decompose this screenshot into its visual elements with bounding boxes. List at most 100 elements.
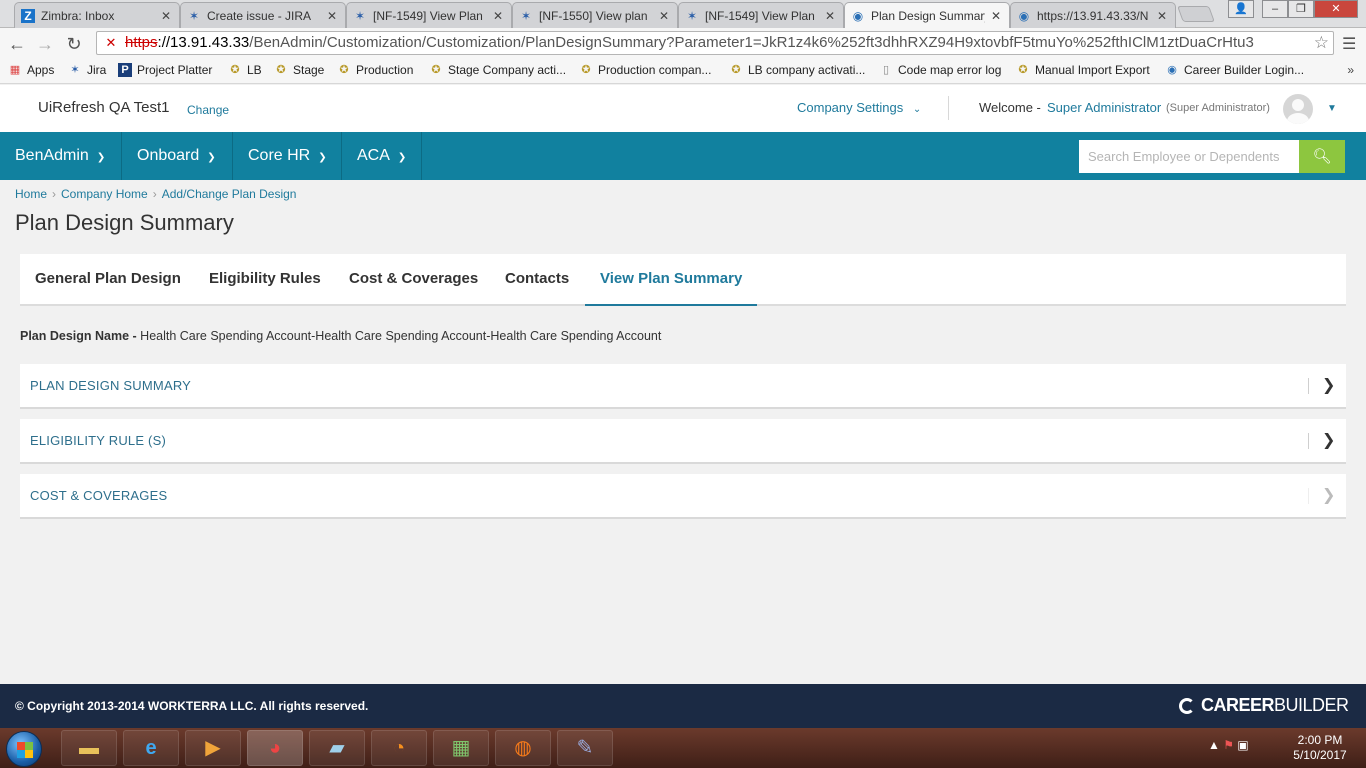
tab-title: Create issue - JIRA xyxy=(207,8,312,23)
firefox-taskbar-button[interactable]: ◍ xyxy=(495,730,551,766)
nav-label: BenAdmin xyxy=(15,147,89,164)
media-player-taskbar-button[interactable]: ▶ xyxy=(185,730,241,766)
maximize-button[interactable]: ❐ xyxy=(1288,0,1314,18)
new-tab-button[interactable] xyxy=(1177,6,1215,22)
url-field[interactable]: ✕ https://13.91.43.33/BenAdmin/Customiza… xyxy=(96,31,1334,55)
folder-icon: ▬ xyxy=(79,737,99,759)
user-profile-button[interactable]: 👤 xyxy=(1228,0,1254,18)
bookmark-label: Jira xyxy=(87,63,107,77)
app-taskbar-button[interactable]: ◔ xyxy=(371,730,427,766)
forward-button[interactable]: → xyxy=(34,33,56,55)
browser-tab-nf1549-b[interactable]: ✶ [NF-1549] View Plan ✕ xyxy=(678,2,844,28)
close-icon[interactable]: ✕ xyxy=(991,9,1001,23)
address-bar: ← → ↻ ✕ https://13.91.43.33/BenAdmin/Cus… xyxy=(0,28,1366,58)
section-label: ELIGIBILITY RULE (S) xyxy=(30,433,166,448)
bookmark-lb-company[interactable]: ✪ LB company activati... xyxy=(729,63,865,77)
close-icon[interactable]: ✕ xyxy=(1157,9,1167,23)
paint-icon: ✎ xyxy=(576,737,594,759)
chevron-down-icon: ⌄ xyxy=(912,104,922,115)
start-button[interactable] xyxy=(6,731,42,767)
bookmark-stage[interactable]: ✪ Stage xyxy=(274,63,324,77)
close-icon[interactable]: ✕ xyxy=(327,9,337,23)
browser-tab-zimbra[interactable]: Z Zimbra: Inbox ✕ xyxy=(14,2,180,28)
employee-search-input[interactable] xyxy=(1079,140,1299,173)
close-window-button[interactable]: ✕ xyxy=(1314,0,1358,18)
tab-cost-coverages[interactable]: Cost & Coverages xyxy=(334,254,493,306)
close-icon[interactable]: ✕ xyxy=(493,9,503,23)
section-eligibility-rules[interactable]: ELIGIBILITY RULE (S) ❯ xyxy=(20,419,1346,464)
bookmark-lb[interactable]: ✪ LB xyxy=(228,63,261,77)
internet-explorer-icon: e xyxy=(145,737,157,759)
notepad-icon: ▰ xyxy=(329,737,345,759)
page-icon: ◉ xyxy=(1167,64,1177,76)
main-nav: BenAdmin ❯ Onboard ❯ Core HR ❯ ACA ❯ 🔍︎ xyxy=(0,132,1366,180)
spreadsheet-icon: ▦ xyxy=(451,737,471,759)
bookmark-star-icon[interactable]: ☆ xyxy=(1314,32,1329,54)
bookmark-code-map[interactable]: ▯ Code map error log xyxy=(879,63,1001,77)
section-plan-design-summary[interactable]: PLAN DESIGN SUMMARY ❯ xyxy=(20,364,1346,409)
reload-button[interactable]: ↻ xyxy=(63,33,85,55)
browser-tab-plan-design-summary[interactable]: ◉ Plan Design Summary ✕ xyxy=(844,2,1010,28)
minimize-button[interactable]: – xyxy=(1262,0,1288,18)
welcome-text: Welcome - xyxy=(979,100,1041,115)
bookmark-production[interactable]: ✪ Production xyxy=(337,63,413,77)
bookmark-career-builder[interactable]: ◉ Career Builder Login... xyxy=(1165,63,1304,77)
company-name: UiRefresh QA Test1 xyxy=(38,99,170,116)
tab-view-plan-summary[interactable]: View Plan Summary xyxy=(585,254,758,306)
close-icon[interactable]: ✕ xyxy=(161,9,171,23)
bookmarks-overflow-button[interactable]: » xyxy=(1347,63,1354,77)
breadcrumb-home[interactable]: Home xyxy=(15,187,47,201)
back-button[interactable]: ← xyxy=(6,33,28,55)
chevron-right-icon[interactable]: ❯ xyxy=(1322,375,1335,395)
tab-contacts[interactable]: Contacts xyxy=(490,254,584,306)
clock[interactable]: 2:00 PM 5/10/2017 xyxy=(1290,733,1350,763)
nav-label: Onboard xyxy=(137,147,200,164)
breadcrumb-company-home[interactable]: Company Home xyxy=(61,187,148,201)
bookmark-apps[interactable]: ▦ Apps xyxy=(8,63,55,77)
tab-general-plan-design[interactable]: General Plan Design xyxy=(20,254,196,306)
bookmark-jira[interactable]: ✶ Jira xyxy=(68,63,106,77)
bookmark-production-company[interactable]: ✪ Production compan... xyxy=(579,63,711,77)
paint-taskbar-button[interactable]: ✎ xyxy=(557,730,613,766)
search-button[interactable]: 🔍︎ xyxy=(1299,140,1345,173)
browser-tab-url[interactable]: ◉ https://13.91.43.33/N ✕ xyxy=(1010,2,1176,28)
notepad-taskbar-button[interactable]: ▰ xyxy=(309,730,365,766)
chevron-right-icon[interactable]: ❯ xyxy=(1322,485,1335,505)
explorer-taskbar-button[interactable]: ▬ xyxy=(61,730,117,766)
brand-bold: CAREER xyxy=(1201,695,1275,715)
avatar[interactable] xyxy=(1283,94,1313,124)
header-divider xyxy=(948,96,949,120)
caret-down-icon[interactable]: ▼ xyxy=(1327,103,1337,114)
nav-benadmin[interactable]: BenAdmin ❯ xyxy=(0,132,122,180)
system-tray[interactable]: ▲ ⚑ ▣ xyxy=(1208,738,1249,752)
ie-taskbar-button[interactable]: e xyxy=(123,730,179,766)
bookmark-stage-company[interactable]: ✪ Stage Company acti... xyxy=(429,63,566,77)
nav-onboard[interactable]: Onboard ❯ xyxy=(122,132,233,180)
nav-aca[interactable]: ACA ❯ xyxy=(342,132,422,180)
change-company-link[interactable]: Change xyxy=(187,103,229,117)
company-settings-menu[interactable]: Company Settings ⌄ xyxy=(797,100,921,115)
clock-time: 2:00 PM xyxy=(1297,733,1343,747)
close-icon[interactable]: ✕ xyxy=(659,9,669,23)
browser-tab-jira-create[interactable]: ✶ Create issue - JIRA ✕ xyxy=(180,2,346,28)
browser-menu-icon[interactable]: ☰ xyxy=(1342,34,1356,54)
nav-core-hr[interactable]: Core HR ❯ xyxy=(233,132,342,180)
tab-eligibility-rules[interactable]: Eligibility Rules xyxy=(194,254,336,306)
plan-design-name-value: Health Care Spending Account-Health Care… xyxy=(136,329,662,343)
section-cost-coverages[interactable]: COST & COVERAGES ❯ xyxy=(20,474,1346,519)
plan-design-name-label: Plan Design Name - xyxy=(20,329,137,343)
breadcrumb-add-change-plan-design[interactable]: Add/Change Plan Design xyxy=(162,187,297,201)
spreadsheet-taskbar-button[interactable]: ▦ xyxy=(433,730,489,766)
tab-title: Zimbra: Inbox xyxy=(41,8,115,23)
bookmark-manual-import[interactable]: ✪ Manual Import Export xyxy=(1016,63,1149,77)
chevron-right-icon[interactable]: ❯ xyxy=(1322,430,1335,450)
browser-tab-nf1549[interactable]: ✶ [NF-1549] View Plan ✕ xyxy=(346,2,512,28)
user-name-link[interactable]: Super Administrator xyxy=(1047,100,1161,115)
section-divider xyxy=(1308,433,1309,449)
bookmark-project-platter[interactable]: P Project Platter xyxy=(118,63,212,77)
bookmark-label: Apps xyxy=(27,63,55,77)
browser-tab-nf1550[interactable]: ✶ [NF-1550] View plan ✕ xyxy=(512,2,678,28)
bookmarks-bar: ▦ Apps ✶ Jira P Project Platter ✪ LB ✪ Stage … xyxy=(0,58,1366,84)
close-icon[interactable]: ✕ xyxy=(825,9,835,23)
chrome-taskbar-button[interactable]: ◕ xyxy=(247,730,303,766)
